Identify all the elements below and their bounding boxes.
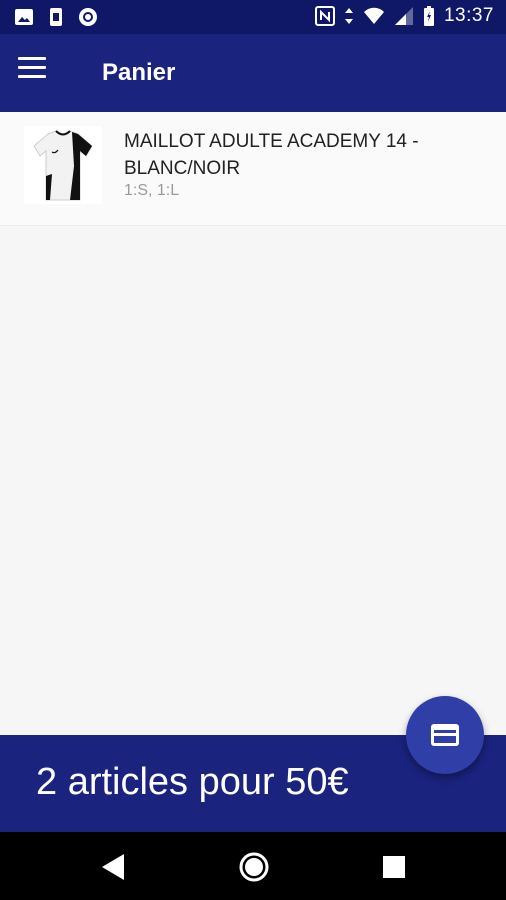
jersey-thumbnail xyxy=(24,126,102,204)
item-name: MAILLOT ADULTE ACADEMY 14 - BLANC/NOIR xyxy=(124,131,419,179)
credit-card-icon xyxy=(431,724,459,746)
cart-list: MAILLOT ADULTE ACADEMY 14 - BLANC/NOIR 1… xyxy=(0,112,506,226)
status-time: 13:37 xyxy=(443,5,494,26)
recents-icon[interactable] xyxy=(376,850,412,884)
checkout-button[interactable] xyxy=(406,696,484,774)
battery-icon xyxy=(423,6,435,26)
system-nav-bar xyxy=(0,832,506,900)
item-sizes: 1:S, 1:L xyxy=(124,182,180,199)
page-title: Panier xyxy=(102,59,176,86)
app-bar: Panier xyxy=(0,34,506,112)
circle-app-icon xyxy=(78,7,98,27)
image-icon xyxy=(14,7,34,27)
cart-item[interactable]: MAILLOT ADULTE ACADEMY 14 - BLANC/NOIR 1… xyxy=(0,112,506,226)
sim-icon xyxy=(46,7,66,27)
hamburger-menu-icon[interactable] xyxy=(14,54,54,88)
wifi-icon xyxy=(363,6,385,26)
cart-summary-text: 2 articles pour 50€ xyxy=(36,761,349,803)
back-icon[interactable] xyxy=(96,850,132,884)
status-bar: 13:37 xyxy=(0,0,506,34)
nfc-icon xyxy=(314,6,335,26)
home-icon[interactable] xyxy=(236,850,272,884)
signal-icon xyxy=(394,6,414,26)
data-arrows-icon xyxy=(344,6,354,26)
